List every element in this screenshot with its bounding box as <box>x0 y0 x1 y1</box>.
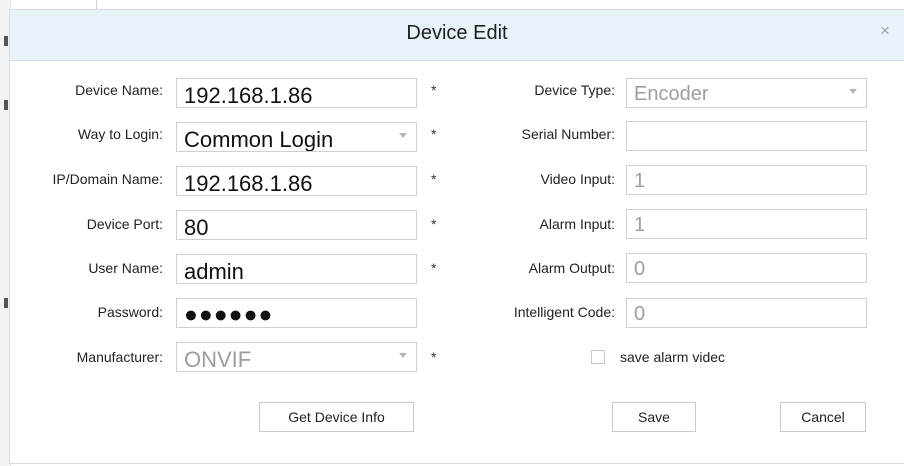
dialog-titlebar: Device Edit × <box>10 10 904 61</box>
intelligent-code-label: Intelligent Code: <box>513 304 615 320</box>
password-label: Password: <box>97 304 163 320</box>
way-to-login-select[interactable]: Common Login <box>176 122 417 152</box>
device-type-label: Device Type: <box>534 82 615 98</box>
device-type-select[interactable]: Encoder <box>626 78 867 108</box>
user-name-label: User Name: <box>88 260 163 276</box>
chevron-down-icon <box>849 89 857 94</box>
ip-domain-label: IP/Domain Name: <box>52 171 163 187</box>
video-input-label: Video Input: <box>540 171 615 187</box>
background-marker <box>4 36 8 46</box>
cancel-button[interactable]: Cancel <box>780 402 866 432</box>
save-alarm-video-checkbox[interactable] <box>591 350 605 364</box>
serial-number-input[interactable] <box>626 121 867 151</box>
get-device-info-button[interactable]: Get Device Info <box>259 402 414 432</box>
close-icon[interactable]: × <box>874 20 896 42</box>
password-mask: ●●●●●● <box>184 301 274 327</box>
manufacturer-label: Manufacturer: <box>76 349 163 365</box>
video-input-field[interactable]: 1 <box>626 165 867 195</box>
serial-number-label: Serial Number: <box>521 126 615 142</box>
required-marker: * <box>431 349 437 365</box>
ip-domain-input[interactable]: 192.168.1.86 <box>176 166 417 196</box>
alarm-input-field[interactable]: 1 <box>626 209 867 239</box>
save-button[interactable]: Save <box>612 402 696 432</box>
way-to-login-label: Way to Login: <box>77 126 163 142</box>
alarm-output-field[interactable]: 0 <box>626 253 867 283</box>
way-to-login-value: Common Login <box>184 127 334 152</box>
manufacturer-select[interactable]: ONVIF <box>176 342 417 372</box>
device-type-value: Encoder <box>634 83 709 105</box>
alarm-input-label: Alarm Input: <box>539 216 615 232</box>
chevron-down-icon <box>399 133 407 138</box>
device-name-label: Device Name: <box>75 82 163 98</box>
intelligent-code-field[interactable]: 0 <box>626 298 867 328</box>
device-port-label: Device Port: <box>86 216 163 232</box>
user-name-input[interactable]: admin <box>176 254 417 284</box>
background-marker <box>4 100 8 110</box>
save-alarm-video-label: save alarm videc <box>620 349 726 365</box>
device-name-input[interactable]: 192.168.1.86 <box>176 78 417 108</box>
password-input[interactable]: ●●●●●● <box>176 298 417 328</box>
chevron-down-icon <box>399 353 407 358</box>
dialog-title: Device Edit <box>406 22 508 44</box>
device-port-input[interactable]: 80 <box>176 210 417 240</box>
manufacturer-value: ONVIF <box>184 347 252 372</box>
alarm-output-label: Alarm Output: <box>528 260 615 276</box>
